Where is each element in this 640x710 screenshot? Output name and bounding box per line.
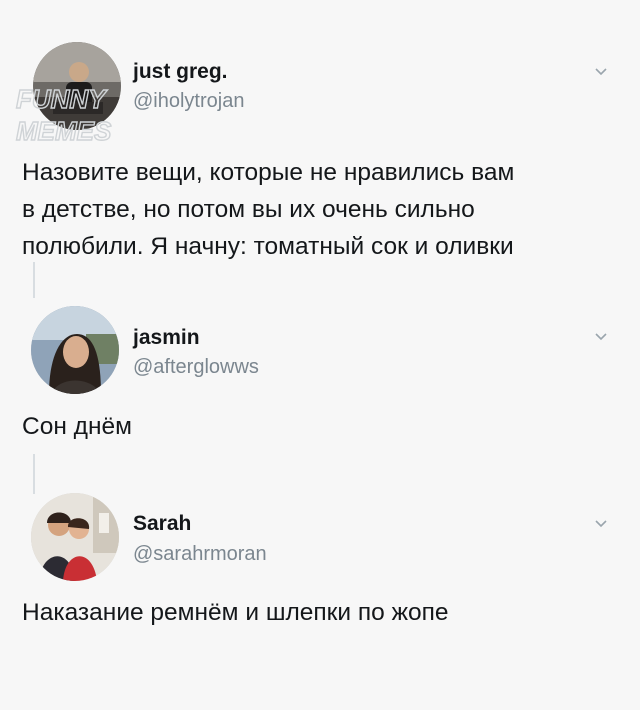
user-handle[interactable]: @sarahrmoran [133, 543, 267, 566]
avatar[interactable] [31, 493, 119, 581]
tweet-text-line: Наказание ремнём и шлепки по жопе [22, 599, 449, 626]
avatar-photo-sarah [31, 493, 119, 581]
chevron-down-icon[interactable] [594, 516, 608, 530]
tweet-reply[interactable]: Sarah @sarahrmoran Наказание ремнём и шл… [0, 0, 640, 710]
display-name[interactable]: Sarah [133, 512, 191, 536]
